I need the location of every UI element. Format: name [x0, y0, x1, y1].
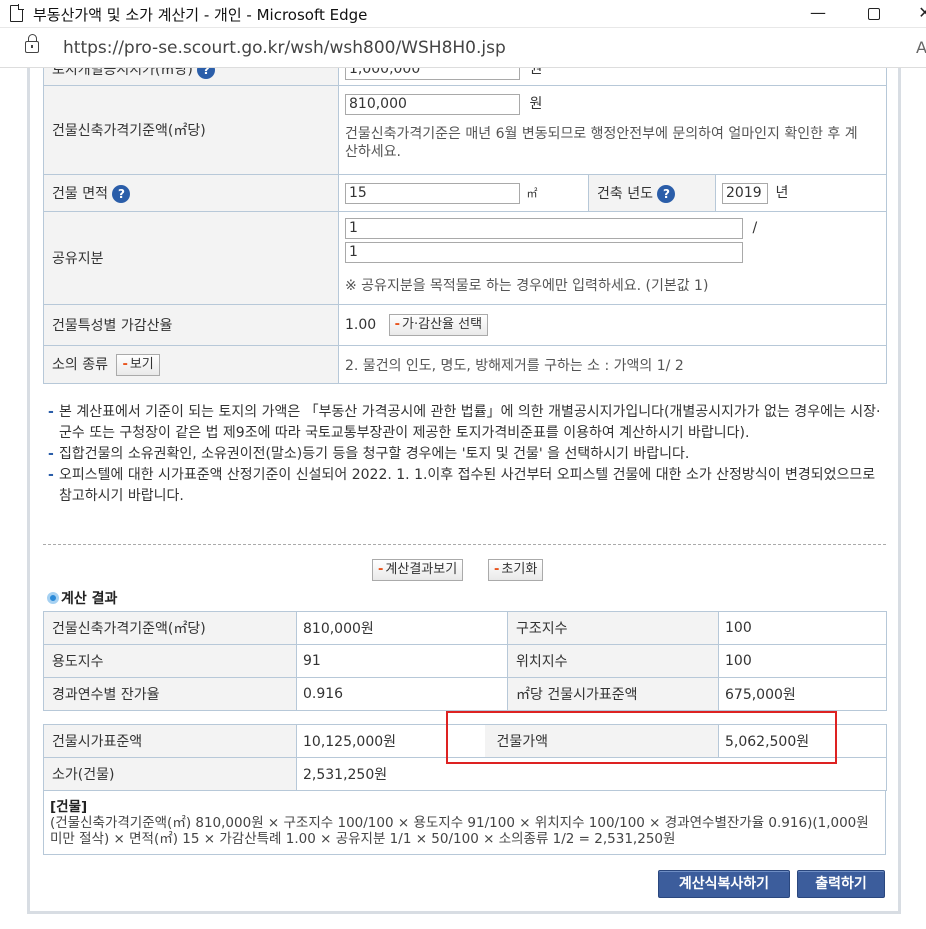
window-titlebar: 부동산가액 및 소가 계산기 - 개인 - Microsoft Edge — ✕ [0, 0, 926, 28]
share-numerator-input[interactable]: 1 [345, 218, 743, 239]
maximize-button[interactable] [859, 2, 889, 24]
divider [43, 544, 886, 545]
formula-box: [건물] (건물신축가격기준액(㎡) 810,000원 × 구조지수 100/1… [43, 790, 886, 855]
result-table: 건물신축가격기준액(㎡당) 810,000원 구조지수 100 용도지수 91 … [43, 611, 887, 711]
share-row: 공유지분 1 / 1 ※ 공유지분을 목적물로 하는 경우에만 입력하세요. (… [43, 211, 887, 305]
build-year-input[interactable]: 2019 [722, 183, 768, 204]
show-result-button[interactable]: - 계산결과보기 [372, 559, 464, 581]
formula-text: (건물신축가격기준액(㎡) 810,000원 × 구조지수 100/100 × … [50, 815, 869, 847]
dash-icon: - [122, 356, 128, 372]
frame-border-right [898, 68, 901, 914]
bullet-icon [47, 592, 59, 604]
suit-type-label: 소의 종류 [52, 356, 108, 373]
frame-border-bottom [27, 911, 901, 914]
area-row: 건물 면적 ? 15 ㎡ 건축 년도 ? 2019 년 [43, 174, 887, 212]
document-icon [10, 4, 24, 22]
area-help-icon[interactable]: ? [112, 185, 131, 203]
adjust-label: 건물특성별 가감산율 [43, 304, 339, 346]
dash-icon: - [494, 562, 500, 577]
adjust-value: 1.00 [345, 317, 377, 333]
suit-type-row: 소의 종류 - 보기 2. 물건의 인도, 명도, 방해제거를 구하는 소 : 가… [43, 345, 887, 384]
print-button[interactable]: 출력하기 [797, 870, 885, 898]
area-input[interactable]: 15 [345, 182, 520, 204]
share-denominator-input[interactable]: 1 [345, 242, 743, 263]
dash-icon: - [378, 562, 384, 577]
suit-type-value: 2. 물건의 인도, 명도, 방해제거를 구하는 소 : 가액의 1/ 2 [338, 345, 887, 384]
note-item: 본 계산표에서 기준이 되는 토지의 가액은 「부동산 가격공시에 관한 법률」… [48, 402, 888, 444]
result-row: 건물신축가격기준액(㎡당) 810,000원 구조지수 100 [43, 611, 887, 645]
maximize-icon [868, 7, 880, 20]
adjust-row: 건물특성별 가감산율 1.00 - 가·감산율 선택 [43, 304, 887, 346]
build-year-unit: 년 [775, 185, 789, 201]
standard-price-value: 10,125,000원 [296, 724, 465, 758]
copy-formula-button[interactable]: 계산식복사하기 [658, 870, 790, 898]
build-year-help-icon[interactable]: ? [657, 185, 676, 203]
note-item: 집합건물의 소유권확인, 소유권이전(말소)등기 등을 청구할 경우에는 '토지… [48, 444, 888, 465]
area-label: 건물 면적 [52, 186, 108, 202]
new-build-price-input[interactable]: 810,000 [345, 94, 520, 115]
share-note: ※ 공유지분을 목적물로 하는 경우에만 입력하세요. (기본값 1) [345, 278, 709, 294]
read-aloud-icon[interactable]: A [916, 38, 926, 57]
new-build-price-row: 건물신축가격기준액(㎡당) 810,000 원 건물신축가격기준은 매년 6월 … [43, 85, 887, 175]
claim-value-label: 소가(건물) [43, 757, 297, 791]
new-build-price-label: 건물신축가격기준액(㎡당) [43, 85, 339, 175]
help-icon[interactable]: ? [197, 68, 216, 79]
input-form-table: 토지개별공시지가(㎡당) ? 1,000,000 원 건물신축가격기준액(㎡당)… [43, 68, 887, 384]
minimize-button[interactable]: — [803, 2, 833, 24]
land-price-row: 토지개별공시지가(㎡당) ? 1,000,000 원 [43, 68, 887, 86]
land-price-input[interactable]: 1,000,000 [345, 68, 520, 80]
lock-icon[interactable] [25, 34, 39, 53]
result-row: 경과연수별 잔가율 0.916 ㎡당 건물시가표준액 675,000원 [43, 677, 887, 711]
share-label: 공유지분 [43, 211, 339, 305]
land-price-label: 토지개별공시지가(㎡당) [52, 68, 193, 78]
build-year-label: 건축 년도 [597, 186, 653, 202]
area-unit: ㎡ [526, 186, 538, 200]
new-build-price-note: 건물신축가격기준은 매년 6월 변동되므로 행정안전부에 문의하여 얼마인지 확… [345, 126, 858, 160]
url-field[interactable]: https://pro-se.scourt.go.kr/wsh/wsh800/W… [63, 38, 506, 58]
close-button[interactable]: ✕ [910, 2, 926, 24]
result-section-title: 계산 결과 [47, 588, 117, 608]
window-title: 부동산가액 및 소가 계산기 - 개인 - Microsoft Edge [33, 6, 368, 24]
frame-border-left [27, 68, 30, 914]
reset-button[interactable]: - 초기화 [488, 559, 544, 581]
dash-icon: - [394, 317, 401, 332]
share-slash: / [752, 220, 758, 236]
notes-list: 본 계산표에서 기준이 되는 토지의 가액은 「부동산 가격공시에 관한 법률」… [48, 402, 888, 507]
note-item: 오피스텔에 대한 시가표준액 산정기준이 신설되어 2022. 1. 1.이후 … [48, 465, 888, 507]
address-bar: https://pro-se.scourt.go.kr/wsh/wsh800/W… [0, 28, 926, 68]
land-price-unit: 원 [529, 68, 543, 77]
page-content: 토지개별공시지가(㎡당) ? 1,000,000 원 건물신축가격기준액(㎡당)… [0, 68, 926, 929]
standard-price-label: 건물시가표준액 [43, 724, 297, 758]
new-build-price-unit: 원 [529, 96, 543, 112]
adjust-select-button[interactable]: - 가·감산율 선택 [388, 314, 489, 336]
result-row: 용도지수 91 위치지수 100 [43, 644, 887, 678]
highlight-box [446, 711, 837, 764]
suit-type-view-button[interactable]: - 보기 [116, 353, 160, 376]
formula-title: [건물] [50, 799, 88, 815]
